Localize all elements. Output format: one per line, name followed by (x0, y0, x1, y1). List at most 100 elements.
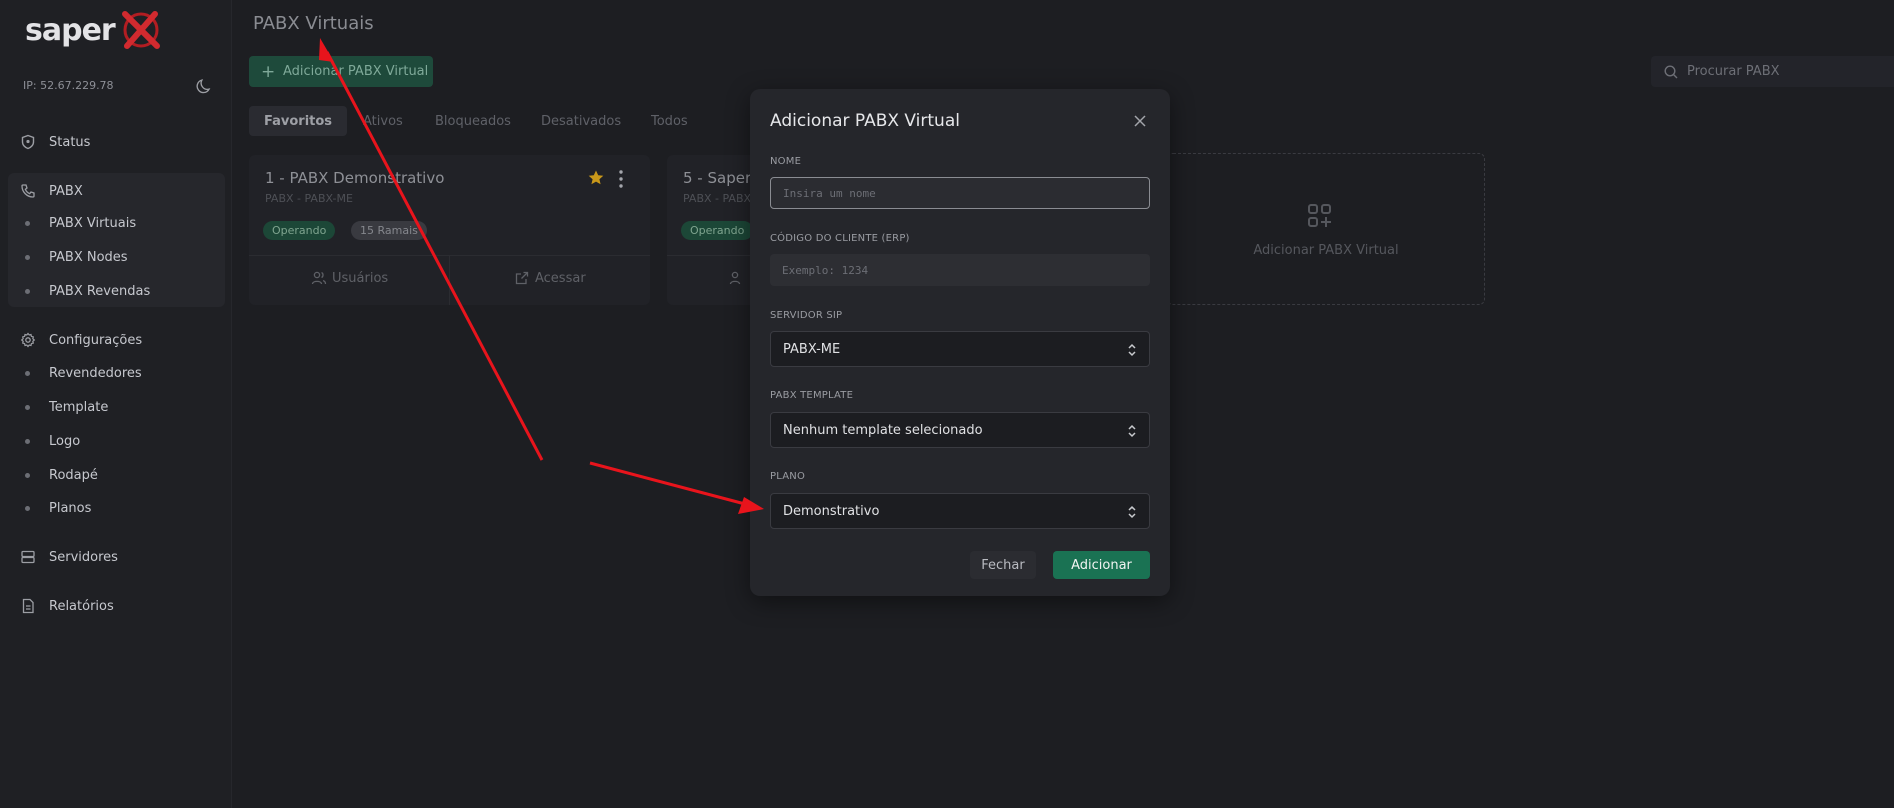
brand-name: saper (25, 12, 116, 48)
users-action[interactable] (729, 267, 750, 289)
plano-label: PLANO (770, 471, 806, 482)
bullet-icon (25, 404, 30, 410)
sidebar-item-label: Configurações (49, 332, 143, 348)
tab-bloqueados[interactable]: Bloqueados (435, 106, 511, 136)
add-pabx-button[interactable]: + Adicionar PABX Virtual (249, 56, 433, 87)
users-action-label: Usuários (332, 270, 389, 286)
add-pabx-modal: Adicionar PABX Virtual NOME Insira um no… (750, 89, 1170, 596)
sidebar-subitem-label: PABX Virtuais (49, 215, 137, 231)
sidebar-subitem-label: Rodapé (49, 467, 98, 483)
users-action[interactable]: Usuários (311, 267, 388, 289)
submit-button[interactable]: Adicionar (1053, 551, 1150, 579)
sidebar-item-label: PABX (49, 183, 83, 199)
chevron-updown-icon (1128, 505, 1136, 519)
sidebar-subitem-pabx-nodes[interactable]: PABX Nodes (0, 243, 232, 271)
status-badge: Operando (263, 221, 336, 240)
users-icon (311, 271, 327, 285)
nome-placeholder: Insira um nome (783, 186, 876, 200)
grid-plus-icon (1308, 204, 1331, 227)
add-pabx-card[interactable]: Adicionar PABX Virtual (1167, 153, 1485, 305)
brand-x-icon (121, 11, 160, 49)
external-link-icon (515, 271, 529, 285)
template-select[interactable]: Nenhum template selecionado (770, 412, 1150, 448)
sidebar-subitem-label: Revendedores (49, 365, 142, 381)
template-label: PABX TEMPLATE (770, 390, 854, 401)
erp-input[interactable]: Exemplo: 1234 (770, 254, 1150, 286)
sidebar-subitem-label: Planos (49, 500, 92, 516)
bullet-icon (25, 505, 30, 511)
sip-value: PABX-ME (783, 341, 841, 357)
sidebar-item-label: Relatórios (49, 598, 114, 614)
plano-value: Demonstrativo (783, 503, 880, 519)
plus-icon: + (261, 61, 276, 82)
sidebar-subitem-label: Template (49, 399, 109, 415)
brand-logo[interactable]: saper (25, 8, 163, 52)
add-pabx-button-label: Adicionar PABX Virtual (283, 64, 429, 79)
sidebar-item-label: Status (49, 134, 91, 150)
page-title: PABX Virtuais (253, 13, 374, 34)
sidebar-item-servidores[interactable]: Servidores (0, 542, 232, 572)
template-value: Nenhum template selecionado (783, 422, 983, 438)
sidebar-item-label: Servidores (49, 549, 118, 565)
tab-todos[interactable]: Todos (651, 106, 688, 136)
search-icon (1664, 64, 1678, 78)
kebab-menu-icon[interactable] (617, 169, 625, 189)
nome-input[interactable]: Insira um nome (770, 177, 1150, 209)
gear-icon (20, 332, 36, 348)
ramais-badge: 15 Ramais (351, 221, 427, 240)
erp-placeholder: Exemplo: 1234 (782, 263, 869, 277)
bullet-icon (25, 220, 30, 226)
sidebar-item-configuracoes[interactable]: Configurações (0, 325, 232, 355)
pabx-card-title: 5 - Saper (683, 169, 752, 187)
erp-label: CÓDIGO DO CLIENTE (ERP) (770, 233, 910, 244)
pabx-card-subtitle: PABX - PABX-ME (265, 192, 353, 205)
chevron-updown-icon (1128, 424, 1136, 438)
close-icon[interactable] (1133, 114, 1147, 128)
access-action[interactable]: Acessar (514, 267, 586, 289)
star-icon[interactable] (587, 169, 605, 187)
file-icon (22, 598, 34, 614)
plano-select[interactable]: Demonstrativo (770, 493, 1150, 529)
modal-title: Adicionar PABX Virtual (770, 111, 960, 131)
search-input[interactable]: Procurar PABX (1651, 56, 1894, 87)
chevron-updown-icon (1128, 343, 1136, 357)
sidebar-subitem-rodape[interactable]: Rodapé (0, 461, 232, 489)
bullet-icon (25, 288, 30, 294)
sidebar-item-relatorios[interactable]: Relatórios (0, 591, 232, 621)
users-icon (729, 271, 741, 285)
card-divider-vertical (449, 255, 450, 305)
sidebar-subitem-logo[interactable]: Logo (0, 427, 232, 455)
status-badge: Operando (681, 221, 754, 240)
tab-favoritos[interactable]: Favoritos (249, 106, 348, 136)
sidebar-subitem-label: Logo (49, 433, 81, 449)
tab-desativados[interactable]: Desativados (541, 106, 621, 136)
search-placeholder: Procurar PABX (1687, 64, 1780, 79)
sidebar-subitem-planos[interactable]: Planos (0, 494, 232, 522)
sidebar-subitem-label: PABX Nodes (49, 249, 128, 265)
sip-select[interactable]: PABX-ME (770, 331, 1150, 367)
tab-ativos[interactable]: Ativos (363, 106, 403, 136)
sidebar-subitem-revendedores[interactable]: Revendedores (0, 359, 232, 387)
nome-label: NOME (770, 156, 802, 167)
sidebar-subitem-label: PABX Revendas (49, 283, 151, 299)
sidebar-subitem-pabx-revendas[interactable]: PABX Revendas (0, 277, 232, 305)
sip-label: SERVIDOR SIP (770, 310, 843, 321)
sidebar: saper IP: 52.67.229.78 Status PABX PABX … (0, 0, 232, 808)
bullet-icon (25, 472, 30, 478)
pabx-card-subtitle: PABX - PABX (683, 192, 752, 205)
sidebar-item-pabx[interactable]: PABX (0, 176, 232, 206)
arrow-to-plano (589, 461, 764, 514)
shield-icon (21, 134, 35, 150)
server-icon (21, 550, 35, 564)
pabx-card[interactable]: 1 - PABX Demonstrativo PABX - PABX-ME Op… (249, 155, 650, 305)
sidebar-subitem-template[interactable]: Template (0, 393, 232, 421)
sidebar-item-status[interactable]: Status (0, 127, 232, 157)
moon-icon[interactable] (196, 77, 214, 95)
phone-icon (21, 184, 35, 198)
server-ip: IP: 52.67.229.78 (23, 79, 114, 92)
close-button[interactable]: Fechar (970, 551, 1036, 579)
bullet-icon (25, 254, 30, 260)
pabx-card-title: 1 - PABX Demonstrativo (265, 169, 445, 187)
bullet-icon (25, 438, 30, 444)
sidebar-subitem-pabx-virtuais[interactable]: PABX Virtuais (0, 209, 232, 237)
